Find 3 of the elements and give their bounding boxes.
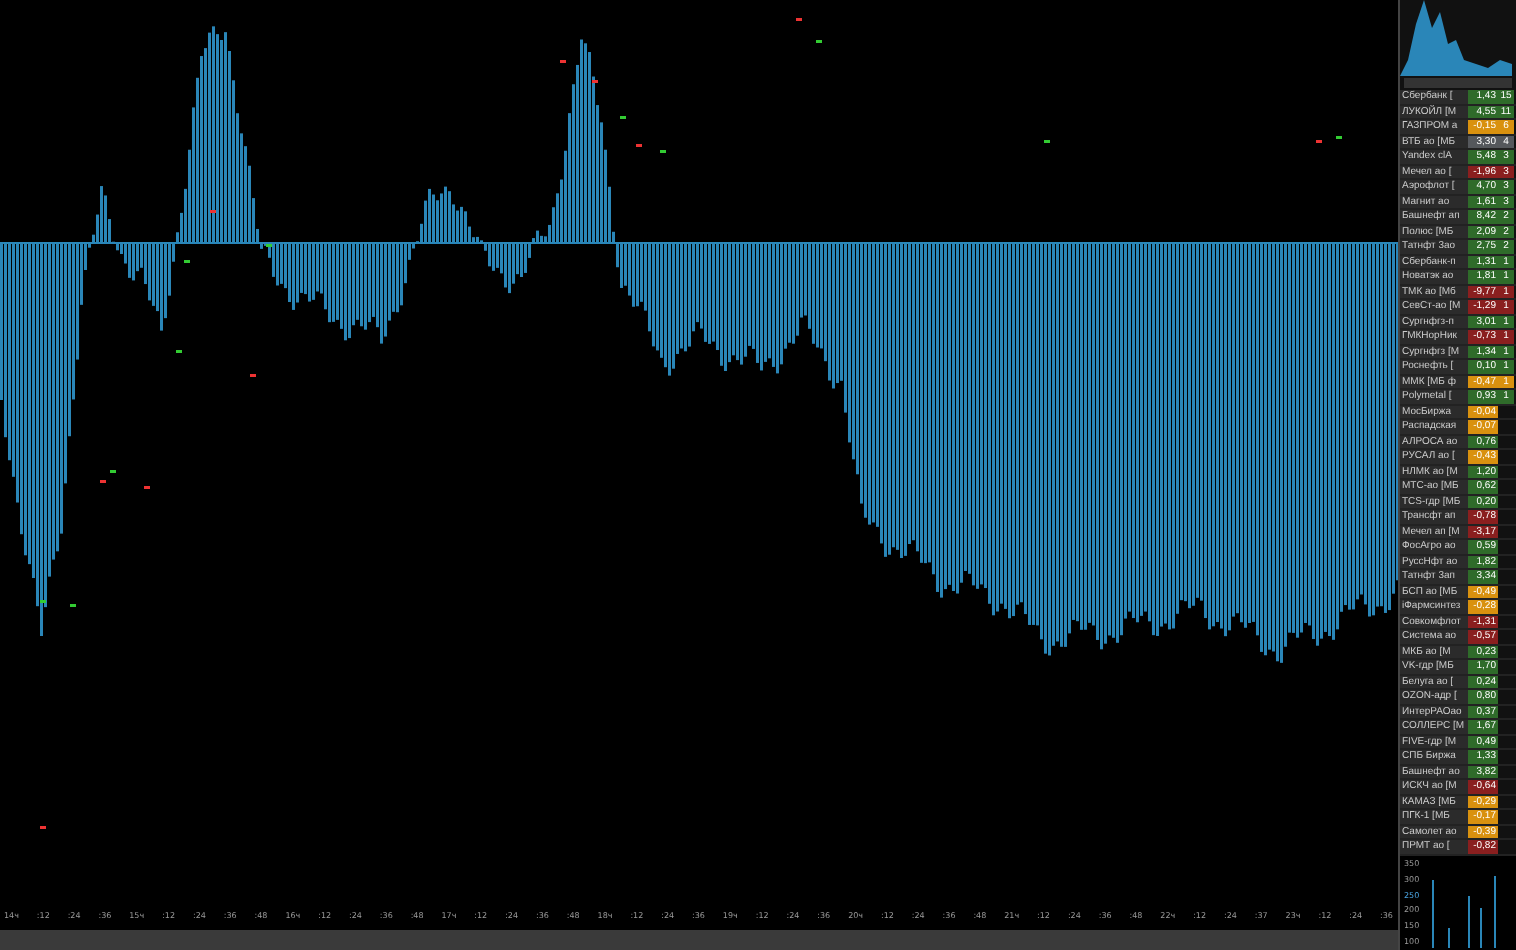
- scrollbar[interactable]: [1404, 78, 1512, 88]
- area-chart-thumbnail: [1400, 0, 1512, 76]
- scrollbar[interactable]: [0, 930, 1398, 950]
